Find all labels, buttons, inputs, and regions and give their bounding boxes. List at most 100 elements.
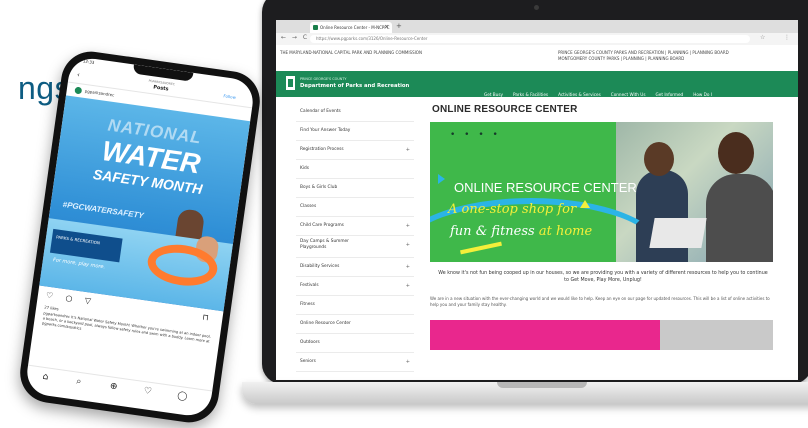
laptop-mockup: Online Resource Center - M-NCPPC × + ← →…: [242, 0, 808, 412]
post-caption: pgparksandrec It's National Water Safety…: [41, 311, 212, 344]
sidebar-item-label: Calendar of Events: [300, 109, 341, 114]
phone-mockup: 12:33 ‹ PGPARKSANDREC Posts Follow pgpar…: [16, 47, 264, 427]
expand-icon[interactable]: +: [406, 141, 410, 159]
sidebar-item[interactable]: Kids: [296, 160, 414, 179]
expand-icon[interactable]: +: [406, 258, 410, 276]
back-arrow-icon[interactable]: ‹: [76, 71, 80, 79]
sidebar-item[interactable]: Calendar of Events: [296, 103, 414, 122]
nav-item[interactable]: How Do I: [693, 92, 712, 97]
sidebar-item-label: Registration Process: [300, 147, 344, 152]
search-icon[interactable]: ⌕: [76, 377, 82, 388]
tab-close-icon[interactable]: ×: [385, 22, 389, 33]
home-icon[interactable]: ⌂: [42, 372, 49, 383]
browser-tab[interactable]: Online Resource Center - M-NCPPC ×: [310, 22, 392, 33]
sidebar-item-label: Boys & Girls Club: [300, 185, 338, 190]
sidebar-item[interactable]: Child Care Programs +: [296, 217, 414, 236]
sidebar-item[interactable]: Classes: [296, 198, 414, 217]
sidebar-item-label: Fitness: [300, 302, 315, 307]
sidebar-item[interactable]: Disability Services +: [296, 258, 414, 277]
favicon-icon: [313, 25, 318, 30]
post-action-icons[interactable]: ♡ ○ ▽: [45, 291, 96, 307]
banner-title: ONLINE RESOURCE CENTER: [454, 180, 637, 195]
sidebar-item[interactable]: Outdoors: [296, 334, 414, 353]
sidebar-item-active[interactable]: Online Resource Center: [296, 315, 414, 334]
url-input[interactable]: https://www.pgparks.com/3126/Online-Reso…: [310, 35, 750, 43]
banner-tagline: A one-stop shop for: [448, 202, 577, 217]
sidebar-item-label: Day Camps & Summer Playgrounds: [300, 239, 349, 250]
sidebar-item[interactable]: Seniors +: [296, 353, 414, 372]
phone-screen: 12:33 ‹ PGPARKSANDREC Posts Follow pgpar…: [24, 55, 256, 419]
decorative-dots: • • • •: [450, 130, 501, 140]
nav-item[interactable]: Get Informed: [656, 92, 684, 97]
avatar[interactable]: [74, 86, 83, 95]
hero-banner: • • • • ONLINE RESOURCE CENTER A one-sto…: [430, 122, 773, 262]
post-hashtag: #PGCWATERSAFETY: [62, 199, 145, 221]
bookmark-icon[interactable]: ⊓: [202, 313, 209, 323]
post-image[interactable]: NATIONAL WATER SAFETY MONTH #PGCWATERSAF…: [39, 95, 251, 312]
person-shape: [706, 174, 773, 262]
dept-name[interactable]: Department of Parks and Recreation: [300, 83, 409, 89]
tagline-part: fun & fitness: [450, 224, 539, 239]
sidebar-item-label: Classes: [300, 204, 317, 209]
app-bottom-nav: ⌂ ⌕ ⊕ ♡ ◯: [24, 364, 213, 414]
promo-photo: [660, 320, 773, 350]
sidebar-item-label: Disability Services: [300, 264, 340, 269]
site-utility-bar: THE MARYLAND-NATIONAL CAPITAL PARK AND P…: [276, 45, 798, 71]
nav-item[interactable]: Connect With Us: [611, 92, 646, 97]
sidebar-item[interactable]: Boys & Girls Club: [296, 179, 414, 198]
sidebar-item-label: Seniors: [300, 359, 316, 364]
laptop-lid: Online Resource Center - M-NCPPC × + ← →…: [262, 0, 808, 384]
browser-tab-bar: Online Resource Center - M-NCPPC × +: [276, 20, 798, 39]
county-links: PRINCE GEORGE'S COUNTY PARKS AND RECREAT…: [558, 50, 729, 62]
triangle-icon: [580, 200, 590, 208]
sidebar-item[interactable]: Day Camps & Summer Playgrounds +: [296, 236, 414, 258]
sidebar-item-label: Child Care Programs: [300, 223, 344, 228]
person-shape: [644, 142, 674, 176]
add-post-icon[interactable]: ⊕: [109, 381, 118, 392]
sidebar-item-label: Festivals: [300, 283, 319, 288]
sidebar-item-label: Outdoors: [300, 340, 320, 345]
marketing-composite: ngs Online Resource Center - M-NCPPC × +: [0, 0, 808, 428]
sidebar-item[interactable]: Find Your Answer Today: [296, 122, 414, 141]
commission-name[interactable]: THE MARYLAND-NATIONAL CAPITAL PARK AND P…: [280, 50, 422, 55]
expand-icon[interactable]: +: [406, 242, 410, 248]
phone-body: 12:33 ‹ PGPARKSANDREC Posts Follow pgpar…: [16, 47, 264, 427]
nav-item[interactable]: Parks & Facilities: [513, 92, 548, 97]
sidebar-item[interactable]: Festivals +: [296, 277, 414, 296]
main-nav: Get Busy Parks & Facilities Activities & S…: [484, 81, 722, 100]
username[interactable]: pgparksandrec: [84, 88, 114, 97]
nav-item[interactable]: Get Busy: [484, 92, 503, 97]
bookmark-star-icon[interactable]: ☆: [760, 34, 765, 41]
page-title: ONLINE RESOURCE CENTER: [432, 104, 578, 115]
body-text: We are in a new situation with the ever-…: [430, 296, 770, 307]
expand-icon[interactable]: +: [406, 277, 410, 295]
expand-icon[interactable]: +: [406, 217, 410, 235]
main-content: ONLINE RESOURCE CENTER • • • • ONLINE RE…: [430, 100, 782, 350]
sidebar-item-label: Online Resource Center: [300, 321, 351, 326]
nav-item[interactable]: Activities & Services: [558, 92, 601, 97]
site-header: PRINCE GEORGE'S COUNTY Department of Par…: [276, 71, 798, 97]
tagline-part: at home: [538, 224, 593, 239]
welcome-text: We know it's not fun being cooped up in …: [438, 271, 768, 283]
sidebar-item[interactable]: Fitness: [296, 296, 414, 315]
expand-icon[interactable]: +: [406, 353, 410, 371]
like-count[interactable]: 27 likes: [44, 304, 59, 311]
activity-icon[interactable]: ♡: [143, 386, 152, 397]
person-shape: [718, 132, 754, 174]
profile-icon[interactable]: ◯: [177, 391, 188, 402]
sidebar-menu: Calendar of Events Find Your Answer Toda…: [296, 103, 414, 372]
laptop-screen: Online Resource Center - M-NCPPC × + ← →…: [276, 20, 798, 380]
camera-icon: [534, 5, 539, 10]
banner-tagline-2: fun & fitness at home: [450, 224, 592, 239]
browser-nav-buttons[interactable]: ← → C: [281, 34, 309, 41]
dept-county: PRINCE GEORGE'S COUNTY: [300, 77, 347, 81]
follow-button[interactable]: Follow: [223, 93, 236, 100]
sidebar-item[interactable]: Registration Process +: [296, 141, 414, 160]
sidebar-item-label: Kids: [300, 166, 309, 171]
browser-menu-icon[interactable]: ⋮: [784, 34, 790, 41]
site-logo-icon[interactable]: [286, 76, 295, 90]
tab-title: Online Resource Center - M-NCPPC: [320, 25, 390, 30]
new-tab-button[interactable]: +: [396, 22, 402, 30]
county-link-mc[interactable]: MONTGOMERY COUNTY PARKS | PLANNING | PLA…: [558, 56, 729, 62]
play-icon: [438, 174, 445, 184]
